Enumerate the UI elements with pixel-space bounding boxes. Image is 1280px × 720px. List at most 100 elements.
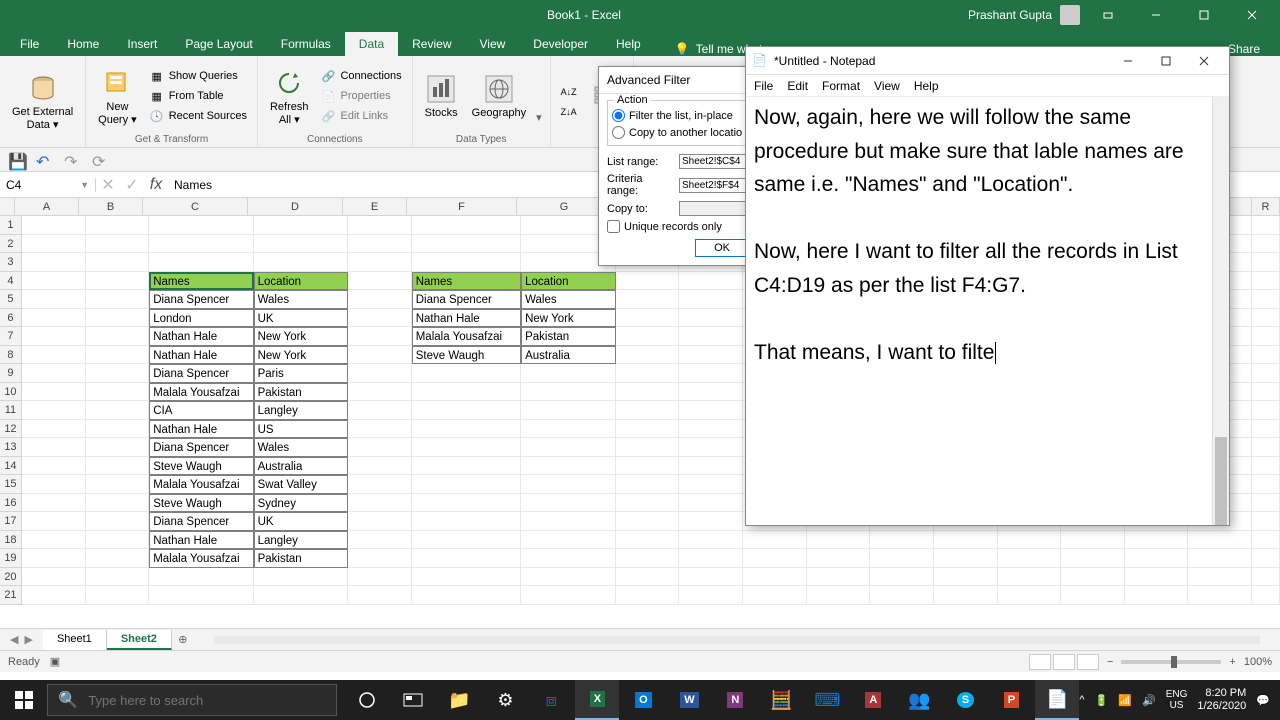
cell-B2[interactable] [86,235,150,254]
cell-G17[interactable] [521,512,615,531]
cell-O21[interactable] [1061,586,1125,605]
cell-R3[interactable] [1252,253,1280,272]
cell-Q18[interactable] [1188,531,1252,550]
cell-I17[interactable] [679,512,743,531]
horizontal-scrollbar[interactable] [214,633,1260,647]
cell-M18[interactable] [934,531,998,550]
cell-I9[interactable] [679,364,743,383]
cell-D16[interactable]: Sydney [254,494,348,513]
cell-C3[interactable] [149,253,253,272]
cell-F6[interactable]: Nathan Hale [412,309,521,328]
add-sheet-button[interactable]: ⊕ [172,633,194,646]
cell-C6[interactable]: London [149,309,253,328]
notepad-menu-format[interactable]: Format [822,79,860,93]
cell-F7[interactable]: Malala Yousafzai [412,327,521,346]
recent-sources-button[interactable]: 🕓Recent Sources [147,107,249,125]
cell-R16[interactable] [1252,494,1280,513]
cell-K19[interactable] [807,549,871,568]
from-table-button[interactable]: ▦From Table [147,87,249,105]
row-header-7[interactable]: 7 [0,327,22,346]
copy-to-location-radio[interactable] [612,126,625,139]
cell-E2[interactable] [348,235,412,254]
notepad-menu-help[interactable]: Help [914,79,939,93]
cell-E18[interactable] [348,531,412,550]
cell-L19[interactable] [870,549,934,568]
cell-H8[interactable] [616,346,680,365]
cell-G19[interactable] [521,549,615,568]
cell-R1[interactable] [1252,216,1280,235]
settings-icon[interactable]: ⚙ [483,680,527,720]
cell-D19[interactable]: Pakistan [254,549,348,568]
cancel-formula-button[interactable]: ✕ [96,175,120,195]
cell-R6[interactable] [1252,309,1280,328]
cell-H12[interactable] [616,420,680,439]
cell-A19[interactable] [22,549,86,568]
cell-R11[interactable] [1252,401,1280,420]
cell-F10[interactable] [412,383,521,402]
cell-B12[interactable] [86,420,150,439]
name-box[interactable]: C4▼ [0,178,96,192]
cell-E11[interactable] [348,401,412,420]
cell-D13[interactable]: Wales [254,438,348,457]
cell-C11[interactable]: CIA [149,401,253,420]
cell-F4[interactable]: Names [412,272,521,291]
cell-A15[interactable] [22,475,86,494]
cell-A9[interactable] [22,364,86,383]
cell-D11[interactable]: Langley [254,401,348,420]
column-header-C[interactable]: C [143,198,248,215]
enter-formula-button[interactable]: ✓ [120,175,144,195]
cell-F17[interactable] [412,512,521,531]
cell-I21[interactable] [679,586,743,605]
cell-G10[interactable] [521,383,615,402]
cell-L20[interactable] [870,568,934,587]
cell-B10[interactable] [86,383,150,402]
cell-C4[interactable]: Names [149,272,253,291]
onenote-icon[interactable]: N [713,680,757,720]
cell-B11[interactable] [86,401,150,420]
cell-I13[interactable] [679,438,743,457]
cell-A10[interactable] [22,383,86,402]
connections-button[interactable]: 🔗Connections [318,67,403,85]
cell-B21[interactable] [86,586,150,605]
cell-E5[interactable] [348,290,412,309]
cell-I12[interactable] [679,420,743,439]
cell-F19[interactable] [412,549,521,568]
cell-J19[interactable] [743,549,807,568]
file-explorer-icon[interactable]: 📁 [437,680,481,720]
notepad-maximize-button[interactable] [1147,48,1185,74]
cell-C5[interactable]: Diana Spencer [149,290,253,309]
tab-developer[interactable]: Developer [519,32,602,56]
cell-G7[interactable]: Pakistan [521,327,615,346]
undo-icon[interactable]: ↶ [36,152,52,168]
row-header-17[interactable]: 17 [0,512,22,531]
maximize-button[interactable] [1184,0,1224,30]
get-external-data-button[interactable]: Get External Data ▾ [8,70,77,133]
row-header-6[interactable]: 6 [0,309,22,328]
cell-O18[interactable] [1061,531,1125,550]
cell-H20[interactable] [616,568,680,587]
cell-H10[interactable] [616,383,680,402]
cell-I14[interactable] [679,457,743,476]
cell-G20[interactable] [521,568,615,587]
dropdown-icon[interactable]: ▾ [536,111,542,132]
row-header-19[interactable]: 19 [0,549,22,568]
cell-D4[interactable]: Location [254,272,348,291]
cell-C19[interactable]: Malala Yousafzai [149,549,253,568]
cell-B16[interactable] [86,494,150,513]
cell-F9[interactable] [412,364,521,383]
cell-G21[interactable] [521,586,615,605]
cell-Q21[interactable] [1188,586,1252,605]
cell-A5[interactable] [22,290,86,309]
start-button[interactable] [0,680,47,720]
row-header-18[interactable]: 18 [0,531,22,550]
fx-button[interactable]: fx [144,176,168,194]
sheet-tab-sheet2[interactable]: Sheet2 [107,630,172,650]
cell-P19[interactable] [1125,549,1189,568]
cell-C21[interactable] [149,586,253,605]
column-header-A[interactable]: A [15,198,79,215]
cell-R10[interactable] [1252,383,1280,402]
cell-P20[interactable] [1125,568,1189,587]
cell-B4[interactable] [86,272,150,291]
cell-H15[interactable] [616,475,680,494]
cell-A21[interactable] [22,586,86,605]
